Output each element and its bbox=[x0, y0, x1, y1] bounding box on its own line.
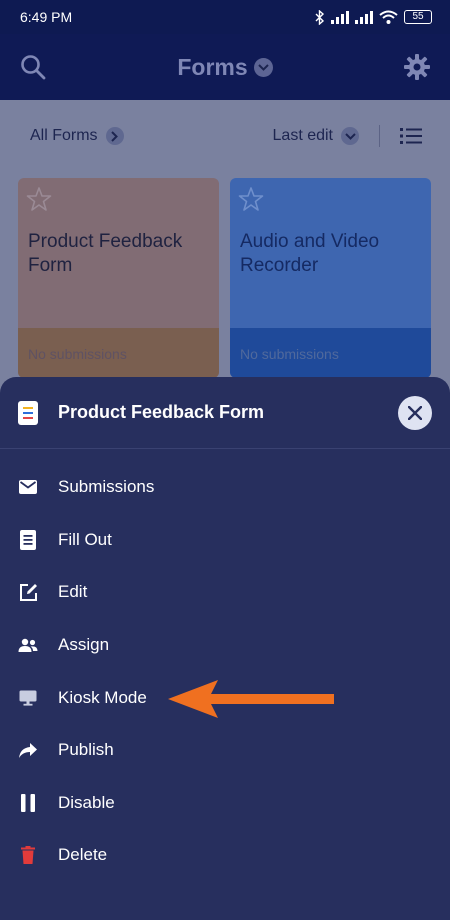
menu-item-label: Fill Out bbox=[58, 529, 112, 549]
close-button[interactable] bbox=[398, 395, 432, 430]
sort-label: Last edit bbox=[272, 127, 333, 144]
signal-icon bbox=[331, 10, 349, 24]
star-icon[interactable] bbox=[238, 186, 264, 212]
form-actions-sheet: Product Feedback Form Submissions Fill O… bbox=[0, 377, 450, 920]
status-bar: 6:49 PM 55 bbox=[0, 0, 450, 34]
close-icon bbox=[408, 405, 422, 420]
status-time: 6:49 PM bbox=[20, 9, 73, 25]
menu-item-edit[interactable]: Edit bbox=[0, 566, 450, 619]
menu-item-label: Kiosk Mode bbox=[58, 687, 147, 707]
chevron-down-icon bbox=[341, 127, 359, 145]
menu-item-label: Delete bbox=[58, 845, 108, 865]
form-card-status: No submissions bbox=[18, 328, 219, 378]
wifi-icon bbox=[379, 10, 398, 24]
form-card-status: No submissions bbox=[230, 328, 431, 378]
all-forms-label: All Forms bbox=[30, 127, 98, 144]
gear-icon[interactable] bbox=[403, 54, 430, 80]
edit-icon bbox=[19, 583, 37, 601]
form-card-title: Product Feedback Form bbox=[28, 231, 183, 276]
menu-item-assign[interactable]: Assign bbox=[0, 619, 450, 672]
envelope-icon bbox=[19, 480, 37, 495]
menu-item-label: Edit bbox=[58, 582, 88, 602]
form-card-title: Audio and Video Recorder bbox=[240, 231, 380, 276]
trash-icon bbox=[21, 846, 35, 865]
all-forms-button[interactable]: All Forms bbox=[30, 127, 124, 145]
menu-item-label: Publish bbox=[58, 740, 114, 760]
filter-bar: All Forms Last edit bbox=[0, 100, 450, 172]
people-icon bbox=[18, 638, 38, 653]
sheet-header: Product Feedback Form bbox=[0, 377, 450, 449]
chevron-down-icon bbox=[253, 57, 273, 77]
form-document-icon bbox=[18, 400, 38, 425]
signal-icon bbox=[355, 10, 373, 24]
sort-dropdown[interactable]: Last edit bbox=[273, 127, 359, 145]
form-card[interactable]: Product Feedback Form No submissions bbox=[18, 178, 219, 378]
monitor-icon bbox=[19, 690, 37, 706]
share-icon bbox=[19, 742, 37, 758]
action-menu: Submissions Fill Out Edit Assign Kiosk M… bbox=[0, 461, 450, 882]
document-icon bbox=[20, 529, 36, 550]
battery-icon: 55 bbox=[404, 10, 432, 24]
list-view-icon[interactable] bbox=[400, 128, 422, 144]
form-card[interactable]: Audio and Video Recorder No submissions bbox=[230, 178, 431, 378]
star-icon[interactable] bbox=[26, 186, 52, 212]
sheet-title: Product Feedback Form bbox=[58, 402, 265, 422]
menu-item-publish[interactable]: Publish bbox=[0, 724, 450, 777]
menu-item-submissions[interactable]: Submissions bbox=[0, 461, 450, 514]
menu-item-fill-out[interactable]: Fill Out bbox=[0, 514, 450, 567]
menu-item-label: Submissions bbox=[58, 477, 155, 497]
app-bar: Forms bbox=[0, 34, 450, 100]
page-title: Forms bbox=[177, 53, 248, 80]
forms-title-dropdown[interactable]: Forms bbox=[177, 53, 273, 81]
menu-item-label: Disable bbox=[58, 792, 115, 812]
menu-item-delete[interactable]: Delete bbox=[0, 829, 450, 882]
divider bbox=[379, 125, 380, 147]
bluetooth-icon bbox=[315, 9, 325, 25]
pause-icon bbox=[21, 793, 35, 812]
chevron-right-icon bbox=[105, 127, 124, 145]
menu-item-disable[interactable]: Disable bbox=[0, 777, 450, 830]
status-icons: 55 bbox=[315, 9, 432, 25]
sort-controls: Last edit bbox=[273, 125, 422, 147]
search-icon[interactable] bbox=[20, 54, 46, 80]
annotation-arrow-icon bbox=[168, 680, 334, 718]
menu-item-label: Assign bbox=[58, 635, 110, 655]
